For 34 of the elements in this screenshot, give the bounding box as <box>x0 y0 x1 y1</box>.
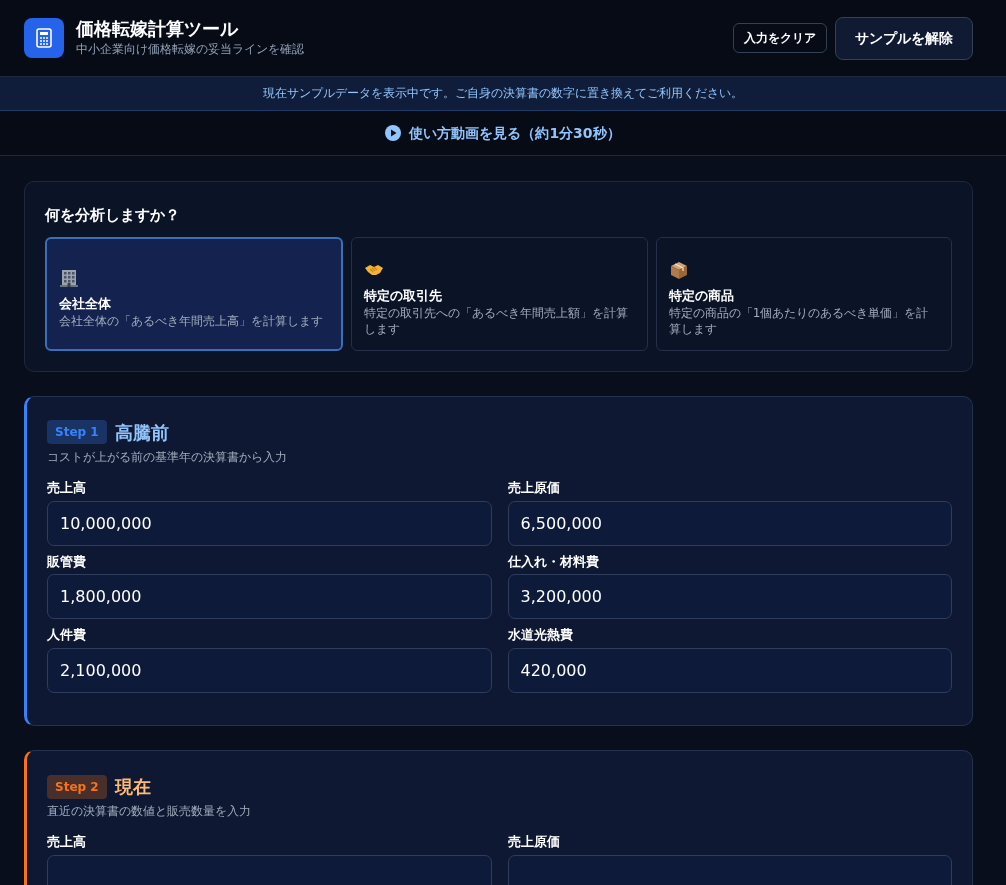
input-field[interactable]: 420,000 <box>507 648 952 694</box>
field-label: 売上高 <box>47 834 87 852</box>
analysis-option[interactable]: 特定の商品 特定の商品の「1個あたりのあるべき単価」を計算します <box>655 236 952 351</box>
release-sample-button[interactable]: サンプルを解除 <box>835 16 973 60</box>
field-label: 水道光熱費 <box>507 627 574 645</box>
field-label: 売上高 <box>47 479 87 497</box>
field-label: 人件費 <box>47 627 87 645</box>
input-field[interactable]: 3,200,000 <box>507 574 952 620</box>
section-title: 何を分析しますか？ <box>45 205 181 227</box>
field-label: 販管費 <box>47 553 87 571</box>
analysis-option[interactable]: 特定の取引先 特定の取引先への「あるべき年間売上額」を計算します <box>351 236 648 351</box>
calculator-icon <box>35 28 53 48</box>
step-badge: Step 1 <box>47 420 107 445</box>
step-title: 高騰前 <box>114 420 169 445</box>
field-label: 仕入れ・材料費 <box>507 553 600 571</box>
step-badge: Step 2 <box>47 774 107 799</box>
input-field[interactable]: 1,800,000 <box>47 574 492 620</box>
clear-button[interactable]: 入力をクリア <box>733 23 827 53</box>
input-field[interactable]: 2,100,000 <box>47 648 492 694</box>
app-subtitle: 中小企業向け価格転嫁の妥当ラインを確認 <box>76 40 304 58</box>
analysis-option[interactable]: 会社全体 会社全体の「あるべき年間売上高」を計算します <box>45 236 344 351</box>
step-description: 直近の決算書の数値と販売数量を入力 <box>47 803 252 821</box>
sample-notice: 現在サンプルデータを表示中です。ご自身の決算書の数字に置き換えてご利用ください。 <box>0 77 1006 112</box>
video-link[interactable]: 使い方動画を見る（約1分30秒） <box>385 122 621 144</box>
app-title: 価格転嫁計算ツール <box>76 18 240 40</box>
package-icon <box>668 259 689 280</box>
field-label: 売上原価 <box>507 479 561 497</box>
input-field[interactable]: 6,500,000 <box>507 500 952 546</box>
step-description: コストが上がる前の基準年の決算書から入力 <box>47 448 288 466</box>
input-field[interactable]: 10,000,000 <box>47 500 492 546</box>
step-title: 現在 <box>114 775 151 800</box>
building-icon <box>59 267 79 288</box>
play-icon <box>385 125 402 142</box>
field-label: 売上原価 <box>507 834 561 852</box>
